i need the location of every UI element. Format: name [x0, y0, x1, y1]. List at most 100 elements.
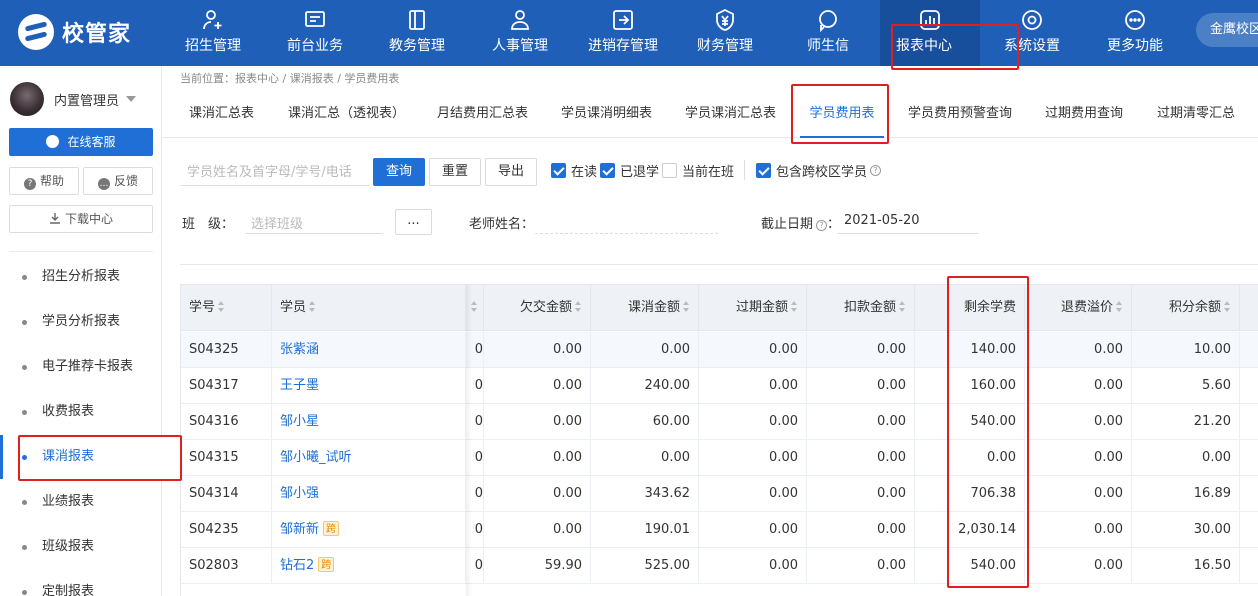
cell-student-name[interactable]: 邹小星: [272, 404, 466, 440]
student-search-input[interactable]: [181, 160, 369, 186]
avatar[interactable]: [10, 82, 44, 116]
help-circle-icon[interactable]: ?: [816, 220, 828, 231]
col-header-refund[interactable]: 退费溢价: [1025, 285, 1132, 331]
col-header-owed[interactable]: 欠交金额: [484, 285, 591, 331]
col-header-label: 过期金额: [735, 300, 788, 315]
cell-student-name-text[interactable]: 邹小星: [280, 414, 319, 429]
admin-name[interactable]: 内置管理员: [54, 90, 119, 109]
sidebar-item-performance-report[interactable]: 业绩报表: [0, 480, 162, 524]
book-icon: [409, 10, 425, 30]
online-service-button[interactable]: 在线客服: [9, 128, 153, 156]
nav-item-reports[interactable]: 报表中心: [880, 0, 980, 66]
help-label: 帮助: [39, 174, 64, 188]
sidebar-item-enrollment-report[interactable]: 招生分析报表: [0, 255, 162, 299]
nav-item-more[interactable]: 更多功能: [1100, 0, 1170, 66]
feedback-button[interactable]: … 反馈: [83, 167, 153, 195]
tab-expired-fees[interactable]: 过期费用查询: [1045, 92, 1123, 138]
cell-partial-text: 0: [474, 486, 483, 501]
tab-student-fees[interactable]: 学员费用表: [800, 92, 884, 138]
sidebar-item-student-report[interactable]: 学员分析报表: [0, 300, 162, 344]
checkbox-withdrawn[interactable]: 已退学: [600, 161, 659, 180]
cell-refund: 0.00: [1025, 368, 1132, 404]
col-header-remaining[interactable]: 剩余学费: [915, 285, 1025, 331]
nav-item-finance[interactable]: 财务管理: [690, 0, 760, 66]
app-logo[interactable]: 校管家: [18, 14, 131, 50]
sort-icon[interactable]: [218, 301, 225, 312]
col-header-student-id[interactable]: 学号: [181, 285, 272, 331]
tab-student-consumption-detail[interactable]: 学员课消明细表: [561, 92, 652, 138]
checkbox-enrolled[interactable]: 在读: [551, 161, 597, 180]
cell-student-name[interactable]: 邹小曦_试听: [272, 440, 466, 476]
reset-button[interactable]: 重置: [429, 158, 481, 186]
class-select[interactable]: 选择班级: [251, 213, 303, 232]
sidebar: 内置管理员 在线客服 ? 帮助 … 反馈 下载中心 招生分析报表 学员分析报表 电子…: [0, 66, 162, 596]
cell-student-name[interactable]: 邹小强: [272, 476, 466, 512]
cell-student-name[interactable]: 钻石2 跨: [272, 548, 466, 584]
help-circle-icon[interactable]: ?: [870, 164, 882, 176]
sidebar-item-custom-report[interactable]: 定制报表: [0, 570, 162, 596]
cross-campus-badge: 跨: [318, 557, 335, 572]
query-button[interactable]: 查询: [373, 158, 425, 186]
col-header-points[interactable]: 积分余额: [1132, 285, 1240, 331]
report-tabs: 课消汇总表 课消汇总（透视表） 月结费用汇总表 学员课消明细表 学员课消汇总表 …: [162, 92, 1258, 138]
cell-student-name-text[interactable]: 邹小强: [280, 486, 319, 501]
nav-item-hr[interactable]: 人事管理: [485, 0, 555, 66]
nav-item-inventory[interactable]: 进销存管理: [584, 0, 662, 66]
cell-student-name-text[interactable]: 王子墨: [280, 378, 319, 393]
tab-expired-clear-summary[interactable]: 过期清零汇总: [1157, 92, 1235, 138]
checkbox-cross-campus[interactable]: 包含跨校区学员?: [756, 161, 882, 180]
campus-selector[interactable]: 金鹰校区: [1196, 13, 1258, 47]
cell-owed-text: 59.90: [544, 558, 582, 573]
download-center-button[interactable]: 下载中心: [9, 205, 153, 233]
sidebar-item-fee-report[interactable]: 收费报表: [0, 390, 162, 434]
checkbox-checked-icon: [551, 162, 566, 178]
cell-student-name-text[interactable]: 张紫涵: [280, 342, 319, 357]
sort-icon[interactable]: [1224, 301, 1231, 312]
cutoff-date-value[interactable]: 2021-05-20: [844, 213, 920, 228]
nav-item-academic[interactable]: 教务管理: [382, 0, 452, 66]
cell-deducted: 0.00: [807, 512, 915, 548]
person-icon: [511, 10, 529, 30]
tab-student-consumption-summary[interactable]: 学员课消汇总表: [685, 92, 776, 138]
cell-student-name-text[interactable]: 邹新新: [280, 522, 319, 537]
nav-item-settings[interactable]: 系统设置: [997, 0, 1067, 66]
col-header-deducted[interactable]: 扣款金额: [807, 285, 915, 331]
tab-monthly-fee-summary[interactable]: 月结费用汇总表: [437, 92, 528, 138]
sidebar-item-class-report[interactable]: 班级报表: [0, 525, 162, 569]
class-picker-button[interactable]: ...: [395, 209, 432, 235]
sidebar-item-consumption-report[interactable]: 课消报表: [0, 435, 162, 479]
teacher-input[interactable]: [535, 233, 718, 234]
export-button[interactable]: 导出: [485, 158, 537, 186]
cell-points-text: 30.00: [1193, 522, 1231, 537]
checkbox-in-class[interactable]: 当前在班: [662, 161, 734, 180]
cell-student-name-text[interactable]: 邹小曦_试听: [280, 450, 352, 465]
sort-icon[interactable]: [309, 301, 316, 312]
sort-icon[interactable]: [899, 301, 906, 312]
nav-item-messages[interactable]: 师生信: [800, 0, 856, 66]
cell-remaining: 706.38: [915, 476, 1025, 512]
sort-icon: [471, 301, 478, 312]
caret-down-icon[interactable]: [126, 96, 136, 102]
bullet-icon: [22, 545, 27, 550]
cell-student-name[interactable]: 张紫涵: [272, 332, 466, 368]
col-header-student[interactable]: 学员: [272, 285, 466, 331]
cell-student-name[interactable]: 邹新新跨: [272, 512, 466, 548]
nav-item-enrollment[interactable]: 招生管理: [178, 0, 248, 66]
cell-consumed: 525.00: [591, 548, 699, 584]
tab-consumption-pivot[interactable]: 课消汇总（透视表）: [288, 92, 405, 138]
sort-icon[interactable]: [1116, 301, 1123, 312]
sort-icon[interactable]: [791, 301, 798, 312]
cell-owed: 59.90: [484, 548, 591, 584]
cell-student-name[interactable]: 王子墨: [272, 368, 466, 404]
tab-consumption-summary[interactable]: 课消汇总表: [189, 92, 254, 138]
sidebar-item-referral-card-report[interactable]: 电子推荐卡报表: [0, 345, 162, 389]
sort-icon[interactable]: [683, 301, 690, 312]
help-button[interactable]: ? 帮助: [9, 167, 79, 195]
col-header-consumed[interactable]: 课消金额: [591, 285, 699, 331]
tab-fee-warning[interactable]: 学员费用预警查询: [908, 92, 1012, 138]
sort-icon[interactable]: [575, 301, 582, 312]
nav-item-front-desk[interactable]: 前台业务: [280, 0, 350, 66]
bullet-icon: [22, 410, 27, 415]
cell-student-name-text[interactable]: 钻石2: [280, 558, 314, 573]
col-header-expired[interactable]: 过期金额: [699, 285, 807, 331]
